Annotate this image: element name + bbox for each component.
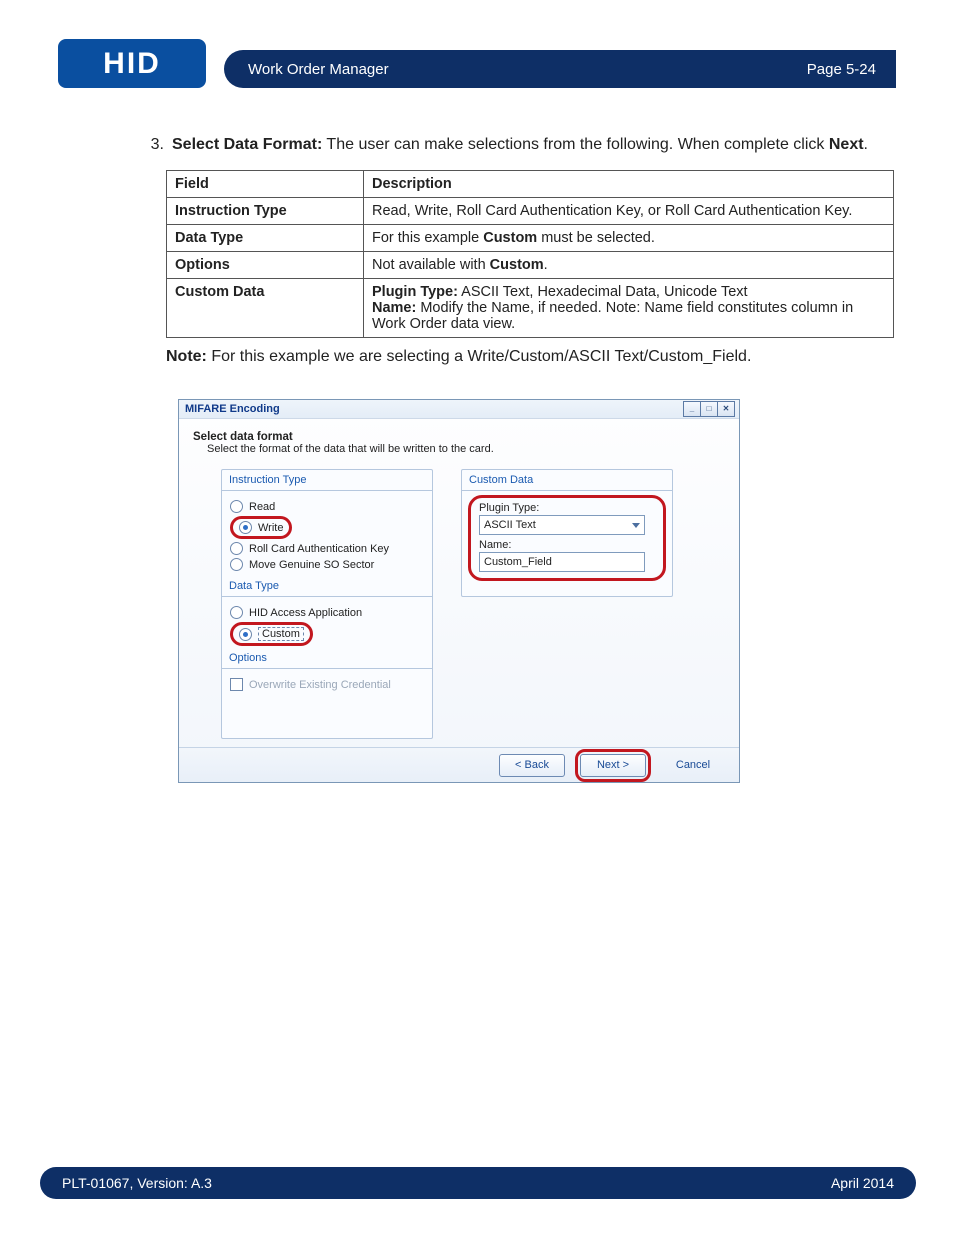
table-row: Custom Data Plugin Type: ASCII Text, Hex… — [167, 278, 894, 337]
highlight-custom-data: Plugin Type: ASCII Text Name: Custom_Fie… — [468, 495, 666, 581]
radio-custom[interactable]: Custom — [258, 627, 304, 641]
footer-bar: PLT-01067, Version: A.3 April 2014 — [40, 1167, 916, 1199]
window-maximize-icon[interactable]: □ — [700, 401, 718, 417]
radio-icon — [230, 542, 243, 555]
radio-roll-key[interactable]: Roll Card Authentication Key — [230, 542, 424, 555]
cell-field: Custom Data — [167, 278, 364, 337]
radio-move-sector[interactable]: Move Genuine SO Sector — [230, 558, 424, 571]
highlight-next: Next > — [575, 749, 651, 782]
header-bar: Work Order Manager Page 5-24 — [224, 50, 896, 88]
back-button[interactable]: < Back — [499, 754, 565, 777]
checkbox-overwrite: Overwrite Existing Credential — [230, 678, 424, 691]
th-field: Field — [167, 170, 364, 197]
table-row: Data Type For this example Custom must b… — [167, 224, 894, 251]
section-data-type: Data Type — [222, 576, 432, 597]
radio-write[interactable]: Write — [258, 522, 283, 534]
dialog-heading: Select data format — [193, 431, 725, 443]
section-options: Options — [222, 648, 432, 669]
cell-desc: Plugin Type: ASCII Text, Hexadecimal Dat… — [364, 278, 894, 337]
plugin-type-combo[interactable]: ASCII Text — [479, 515, 645, 535]
radio-read[interactable]: Read — [230, 500, 424, 513]
cell-field: Data Type — [167, 224, 364, 251]
radio-icon — [239, 521, 252, 534]
cell-desc: Not available with Custom. — [364, 251, 894, 278]
mifare-encoding-dialog: MIFARE Encoding _□✕ Select data format S… — [178, 399, 740, 783]
window-minimize-icon[interactable]: _ — [683, 401, 701, 417]
section-custom-data: Custom Data — [462, 470, 672, 491]
plugin-type-label: Plugin Type: — [479, 502, 655, 514]
step-next-word: Next — [829, 136, 864, 153]
cell-field: Options — [167, 251, 364, 278]
footer-doc-id: PLT-01067, Version: A.3 — [62, 1175, 212, 1191]
name-value: Custom_Field — [484, 556, 552, 568]
name-input[interactable]: Custom_Field — [479, 552, 645, 572]
left-panel: Instruction Type Read Write Roll Card — [221, 469, 433, 739]
table-row: Options Not available with Custom. — [167, 251, 894, 278]
cell-desc: For this example Custom must be selected… — [364, 224, 894, 251]
dialog-footer: < Back Next > Cancel — [179, 747, 739, 782]
step-label: Select Data Format: — [172, 136, 322, 153]
section-instruction-type: Instruction Type — [222, 470, 432, 491]
header-title: Work Order Manager — [248, 61, 389, 78]
step-number: 3. — [128, 134, 172, 156]
plugin-type-value: ASCII Text — [484, 519, 536, 531]
radio-icon — [230, 558, 243, 571]
note: Note: For this example we are selecting … — [166, 348, 896, 366]
chevron-down-icon — [632, 523, 640, 528]
note-text: For this example we are selecting a Writ… — [207, 348, 752, 365]
cell-desc: Read, Write, Roll Card Authentication Ke… — [364, 197, 894, 224]
next-button[interactable]: Next > — [580, 754, 646, 777]
radio-icon — [230, 500, 243, 513]
footer-date: April 2014 — [831, 1175, 894, 1191]
table-row: Instruction Type Read, Write, Roll Card … — [167, 197, 894, 224]
step-3: 3. Select Data Format: The user can make… — [128, 134, 896, 156]
radio-hid-access[interactable]: HID Access Application — [230, 606, 424, 619]
cancel-button[interactable]: Cancel — [661, 755, 725, 776]
dialog-title: MIFARE Encoding — [185, 403, 280, 415]
field-description-table: Field Description Instruction Type Read,… — [166, 170, 894, 338]
step-text: The user can make selections from the fo… — [322, 136, 829, 153]
name-label: Name: — [479, 539, 655, 551]
window-close-icon[interactable]: ✕ — [717, 401, 735, 417]
hid-logo: HID — [58, 39, 206, 88]
th-desc: Description — [364, 170, 894, 197]
cell-field: Instruction Type — [167, 197, 364, 224]
radio-icon — [239, 628, 252, 641]
dialog-titlebar: MIFARE Encoding _□✕ — [179, 400, 739, 419]
header-page: Page 5-24 — [807, 61, 876, 78]
checkbox-icon — [230, 678, 243, 691]
right-panel: Custom Data Plugin Type: ASCII Text Name… — [461, 469, 673, 597]
highlight-write: Write — [230, 516, 292, 539]
note-label: Note: — [166, 348, 207, 365]
radio-icon — [230, 606, 243, 619]
step-period: . — [864, 136, 868, 153]
dialog-subheading: Select the format of the data that will … — [207, 443, 725, 455]
highlight-custom: Custom — [230, 622, 313, 646]
